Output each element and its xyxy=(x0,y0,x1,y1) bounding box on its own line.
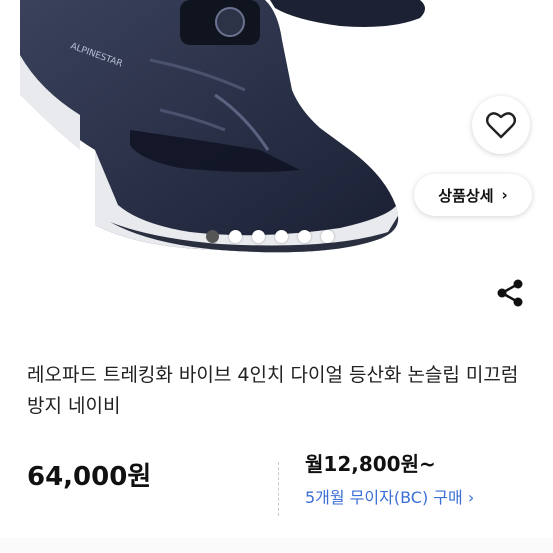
product-title: 레오파드 트레킹화 바이브 4인치 다이얼 등산화 논슬립 미끄럼방지 네이비 xyxy=(27,364,519,417)
heart-icon xyxy=(486,112,516,139)
carousel-dot[interactable] xyxy=(229,230,242,243)
product-image-shoe: ALPINESTAR xyxy=(20,0,425,253)
product-detail-label: 상품상세 xyxy=(438,186,494,205)
monthly-price: 월12,800원~ xyxy=(305,452,436,476)
carousel-dot[interactable] xyxy=(275,230,288,243)
wishlist-button[interactable] xyxy=(472,96,530,154)
installment-link[interactable]: 5개월 무이자(BC) 구매 › xyxy=(305,484,474,508)
product-price: 64,000원 xyxy=(27,462,152,492)
product-detail-button[interactable]: 상품상세 › xyxy=(414,174,532,216)
carousel-dot[interactable] xyxy=(206,230,219,243)
product-image-carousel[interactable]: ALPINESTAR 상품상세 › xyxy=(0,0,553,262)
section-gap xyxy=(0,538,553,553)
share-icon xyxy=(497,279,523,307)
price-divider xyxy=(278,462,280,516)
carousel-dot[interactable] xyxy=(252,230,265,243)
carousel-dot[interactable] xyxy=(321,230,334,243)
carousel-indicator xyxy=(206,230,334,243)
carousel-dot[interactable] xyxy=(298,230,311,243)
share-button[interactable] xyxy=(495,278,525,308)
chevron-right-icon: › xyxy=(501,186,508,204)
